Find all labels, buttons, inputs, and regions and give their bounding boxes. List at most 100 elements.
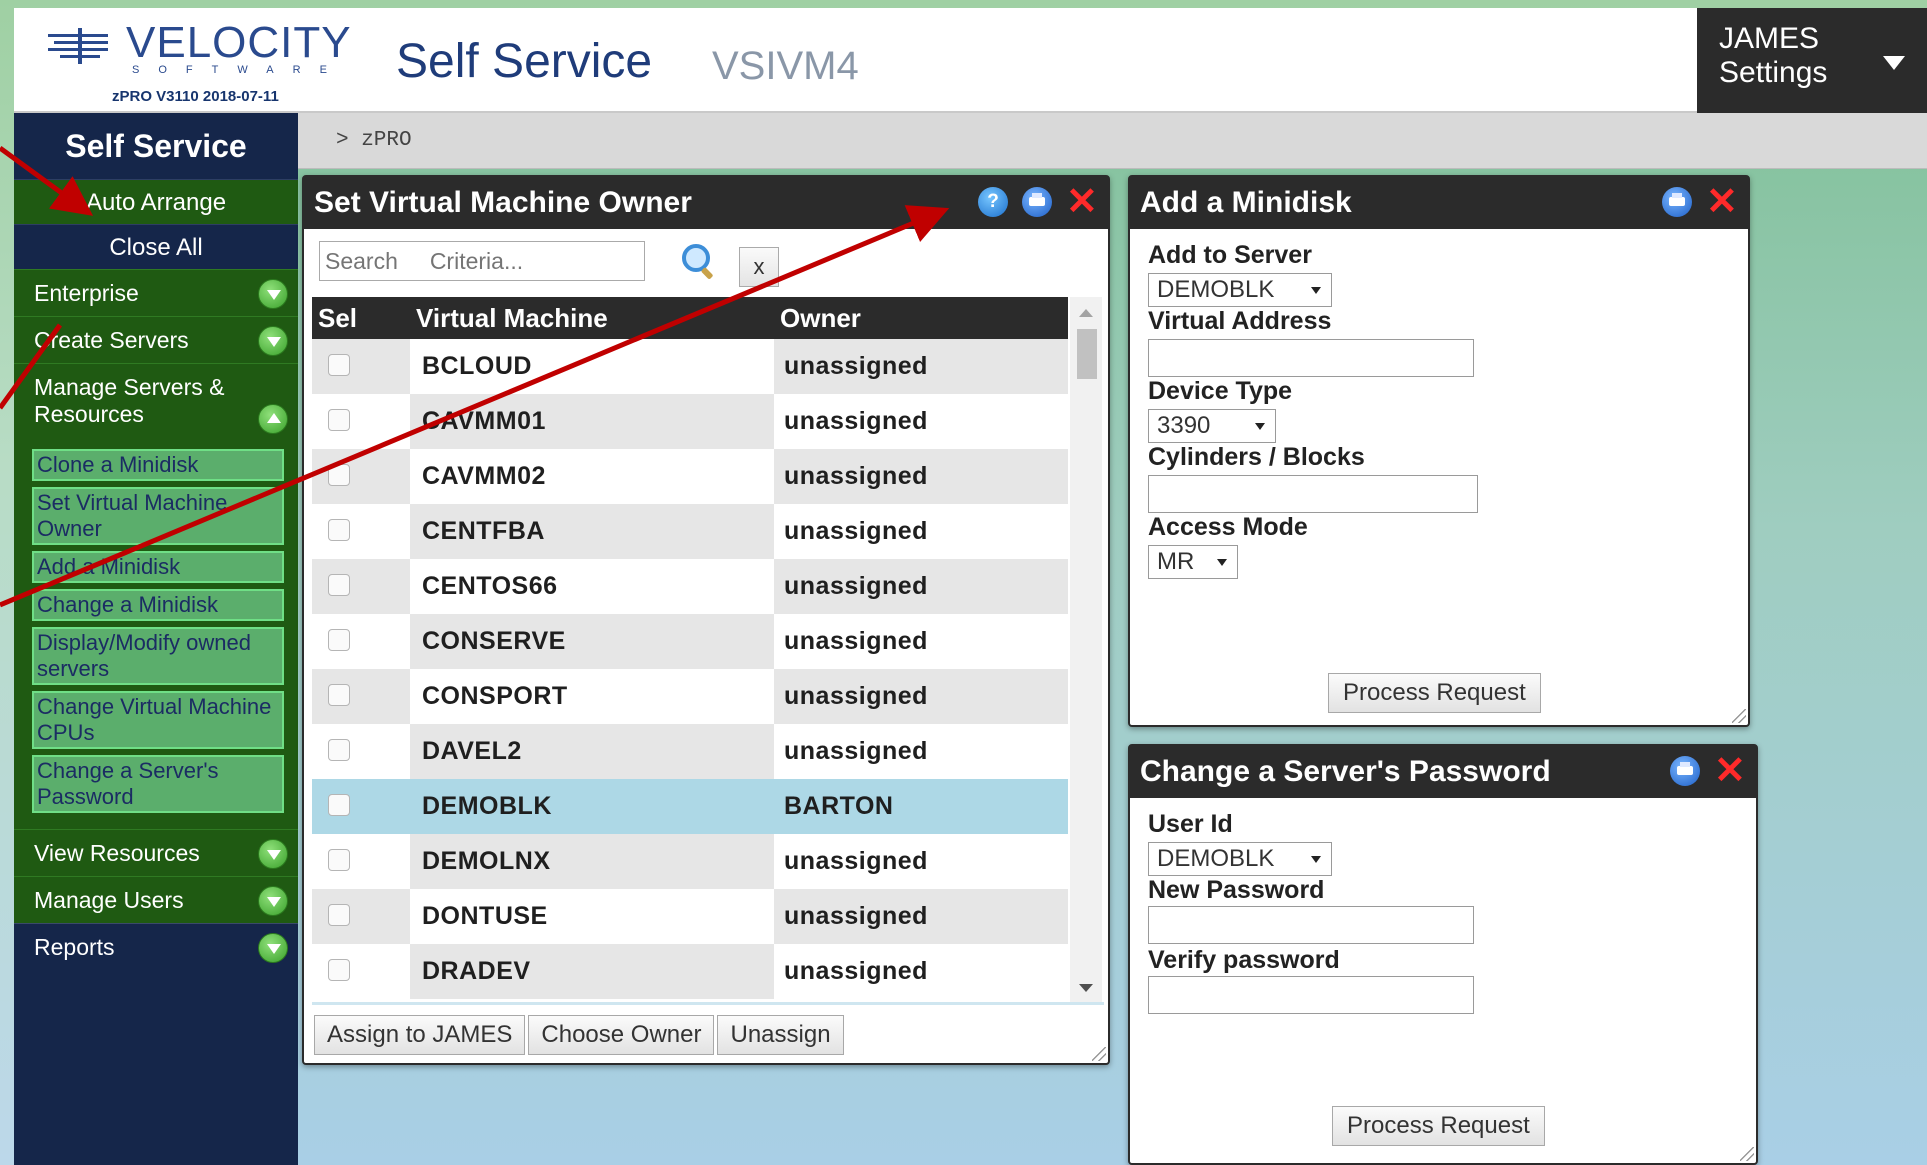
- sidebar-section-enterprise[interactable]: Enterprise: [14, 269, 298, 316]
- verify-password-input[interactable]: [1148, 976, 1474, 1014]
- column-header-vm[interactable]: Virtual Machine: [416, 297, 608, 339]
- add-to-server-label: Add to Server: [1148, 241, 1312, 269]
- virtual-address-label: Virtual Address: [1148, 307, 1332, 335]
- resize-handle[interactable]: [1740, 1147, 1754, 1161]
- table-row[interactable]: CONSPORT unassigned: [312, 669, 1068, 724]
- virtual-address-input[interactable]: [1148, 339, 1474, 377]
- breadcrumb[interactable]: > zPRO: [336, 129, 412, 152]
- caret-down-icon: [1883, 56, 1905, 70]
- search-icon[interactable]: [679, 241, 719, 281]
- table-row[interactable]: DAVEL2 unassigned: [312, 724, 1068, 779]
- select-checkbox[interactable]: [328, 464, 350, 486]
- table-row-selected[interactable]: DEMOBLK BARTON: [312, 779, 1068, 834]
- scroll-up-icon[interactable]: [1079, 309, 1093, 317]
- expand-icon: [258, 279, 288, 309]
- column-header-sel[interactable]: Sel: [318, 297, 357, 339]
- sidebar-section-label: Reports: [34, 934, 115, 960]
- vm-name-cell: BCLOUD: [422, 352, 532, 380]
- scroll-down-icon[interactable]: [1079, 984, 1093, 992]
- table-row[interactable]: DRADEV unassigned: [312, 944, 1068, 999]
- select-checkbox[interactable]: [328, 794, 350, 816]
- sidebar-item-add-minidisk[interactable]: Add a Minidisk: [32, 551, 284, 583]
- print-icon[interactable]: [1022, 187, 1052, 217]
- vm-name-cell: CONSERVE: [410, 614, 774, 669]
- search-input[interactable]: [319, 241, 645, 281]
- add-to-server-select[interactable]: DEMOBLK: [1148, 273, 1332, 307]
- vm-owner-table: Sel Virtual Machine Owner BCLOUD unassign…: [312, 297, 1104, 1005]
- manage-servers-submenu: Clone a Minidisk Set Virtual Machine Own…: [14, 443, 298, 829]
- sidebar-item-clone-minidisk[interactable]: Clone a Minidisk: [32, 449, 284, 481]
- table-row[interactable]: CONSERVE unassigned: [312, 614, 1068, 669]
- process-request-button[interactable]: Process Request: [1332, 1106, 1545, 1146]
- help-icon[interactable]: ?: [978, 187, 1008, 217]
- version-label: zPRO V3110 2018-07-11: [112, 88, 279, 105]
- table-row[interactable]: CENTOS66 unassigned: [312, 559, 1068, 614]
- close-all-button[interactable]: Close All: [14, 224, 298, 269]
- breadcrumb-bar: > zPRO: [298, 113, 1927, 169]
- table-header: Sel Virtual Machine Owner: [312, 297, 1068, 339]
- sidebar-section-create-servers[interactable]: Create Servers: [14, 316, 298, 363]
- device-type-select[interactable]: 3390: [1148, 409, 1276, 443]
- close-icon[interactable]: ✕: [1066, 183, 1098, 221]
- sidebar-section-view-resources[interactable]: View Resources: [14, 829, 298, 876]
- table-scrollbar[interactable]: [1070, 297, 1102, 1002]
- close-icon[interactable]: ✕: [1706, 183, 1738, 221]
- sidebar-section-reports[interactable]: Reports: [14, 923, 298, 970]
- sidebar-item-change-password[interactable]: Change a Server's Password: [32, 755, 284, 813]
- resize-handle[interactable]: [1092, 1047, 1106, 1061]
- select-checkbox[interactable]: [328, 409, 350, 431]
- vm-name-cell: CAVMM02: [422, 462, 546, 490]
- table-row[interactable]: DEMOLNX unassigned: [312, 834, 1068, 889]
- expand-icon: [258, 839, 288, 869]
- panel-header: Set Virtual Machine Owner ? ✕: [304, 177, 1108, 229]
- select-checkbox[interactable]: [328, 354, 350, 376]
- select-checkbox[interactable]: [328, 684, 350, 706]
- process-request-button[interactable]: Process Request: [1328, 673, 1541, 713]
- owner-cell: unassigned: [774, 889, 1068, 944]
- select-checkbox[interactable]: [328, 574, 350, 596]
- sidebar-section-manage-users[interactable]: Manage Users: [14, 876, 298, 923]
- app-title: Self Service: [396, 35, 653, 88]
- sidebar-section-label: Enterprise: [34, 280, 139, 306]
- sidebar-item-change-vm-cpus[interactable]: Change Virtual Machine CPUs: [32, 691, 284, 749]
- select-checkbox[interactable]: [328, 739, 350, 761]
- sidebar-item-display-owned-servers[interactable]: Display/Modify owned servers: [32, 627, 284, 685]
- table-row[interactable]: BCLOUD unassigned: [312, 339, 1068, 394]
- sidebar-section-manage-servers[interactable]: Manage Servers & Resources: [14, 363, 298, 443]
- user-settings-menu[interactable]: JAMES Settings: [1697, 8, 1927, 113]
- new-password-input[interactable]: [1148, 906, 1474, 944]
- select-checkbox[interactable]: [328, 629, 350, 651]
- sidebar-item-change-minidisk[interactable]: Change a Minidisk: [32, 589, 284, 621]
- expand-icon: [258, 933, 288, 963]
- select-checkbox[interactable]: [328, 904, 350, 926]
- owner-cell: unassigned: [784, 407, 928, 435]
- table-row[interactable]: CAVMM01 unassigned: [312, 394, 1068, 449]
- print-icon[interactable]: [1670, 756, 1700, 786]
- table-row[interactable]: CENTFBA unassigned: [312, 504, 1068, 559]
- print-icon[interactable]: [1662, 187, 1692, 217]
- select-checkbox[interactable]: [328, 959, 350, 981]
- assign-to-me-button[interactable]: Assign to JAMES: [314, 1015, 526, 1055]
- column-header-owner[interactable]: Owner: [780, 297, 861, 339]
- scrollbar-thumb[interactable]: [1077, 329, 1097, 379]
- user-id-label: User Id: [1148, 810, 1233, 838]
- select-checkbox[interactable]: [328, 849, 350, 871]
- cylinders-blocks-input[interactable]: [1148, 475, 1478, 513]
- sidebar-item-set-vm-owner[interactable]: Set Virtual Machine Owner: [32, 487, 284, 545]
- choose-owner-button[interactable]: Choose Owner: [528, 1015, 715, 1055]
- clear-search-button[interactable]: x: [739, 247, 779, 287]
- user-name: JAMES: [1719, 22, 1820, 55]
- resize-handle[interactable]: [1732, 709, 1746, 723]
- table-row[interactable]: CAVMM02 unassigned: [312, 449, 1068, 504]
- panel-header: Add a Minidisk ✕: [1130, 177, 1748, 229]
- dropdown-arrow-icon: [1311, 287, 1321, 294]
- logo-subtext: SOFTWARE: [132, 64, 346, 76]
- user-id-select[interactable]: DEMOBLK: [1148, 842, 1332, 876]
- unassign-button[interactable]: Unassign: [717, 1015, 844, 1055]
- close-icon[interactable]: ✕: [1714, 752, 1746, 790]
- auto-arrange-button[interactable]: Auto Arrange: [14, 179, 298, 224]
- select-checkbox[interactable]: [328, 519, 350, 541]
- table-row[interactable]: DONTUSE unassigned: [312, 889, 1068, 944]
- vm-name-cell: DEMOBLK: [410, 779, 774, 834]
- access-mode-select[interactable]: MR: [1148, 545, 1238, 579]
